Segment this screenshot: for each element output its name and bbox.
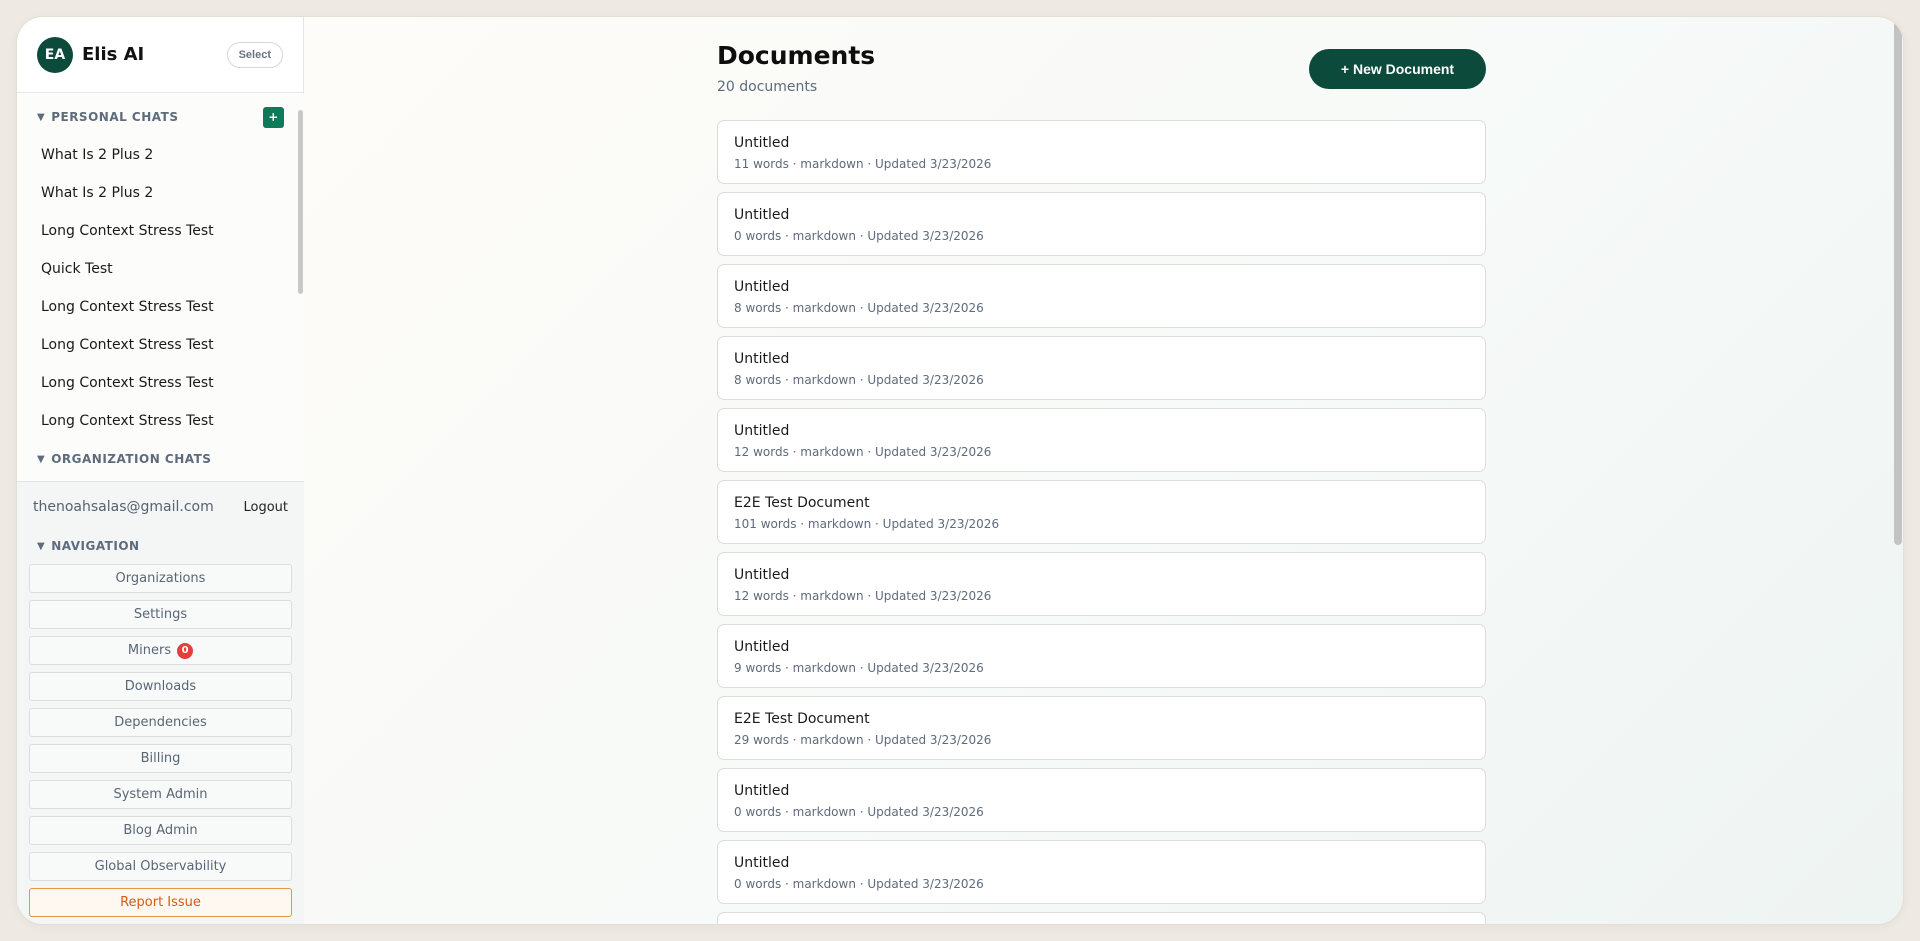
nav-organizations-button[interactable]: Organizations (29, 564, 292, 593)
navigation-label: NAVIGATION (51, 539, 140, 553)
document-title: E2E Test Document (734, 495, 870, 511)
personal-chats-header[interactable]: ▼ PERSONAL CHATS + (17, 94, 304, 136)
document-card[interactable]: Untitled 8 words · markdown · Updated 3/… (717, 336, 1486, 400)
document-meta: 0 words · markdown · Updated 3/23/2026 (734, 877, 984, 891)
document-title: Untitled (734, 279, 790, 295)
document-meta: 12 words · markdown · Updated 3/23/2026 (734, 589, 992, 603)
document-card[interactable]: Untitled 9 words · markdown · Updated 3/… (717, 624, 1486, 688)
nav-dependencies-button[interactable]: Dependencies (29, 708, 292, 737)
document-card[interactable]: Untitled 12 words · markdown · Updated 3… (717, 552, 1486, 616)
document-card[interactable] (717, 912, 1486, 924)
document-meta: 9 words · markdown · Updated 3/23/2026 (734, 661, 984, 675)
document-meta: 29 words · markdown · Updated 3/23/2026 (734, 733, 992, 747)
collapse-triangle-icon: ▼ (37, 540, 46, 552)
document-card[interactable]: Untitled 11 words · markdown · Updated 3… (717, 120, 1486, 184)
document-title: Untitled (734, 855, 790, 871)
navigation-header[interactable]: ▼ NAVIGATION (17, 532, 304, 564)
org-name: Elis AI (82, 44, 145, 65)
document-meta: 101 words · markdown · Updated 3/23/2026 (734, 517, 1000, 531)
documents-header: Documents 20 documents + New Document (717, 17, 1503, 120)
document-meta: 12 words · markdown · Updated 3/23/2026 (734, 445, 992, 459)
sidebar-header: EA Elis AI Select (17, 17, 303, 93)
collapse-triangle-icon: ▼ (37, 453, 46, 465)
document-card[interactable]: Untitled 12 words · markdown · Updated 3… (717, 408, 1486, 472)
user-row: thenoahsalas@gmail.com Logout (17, 482, 304, 532)
collapse-triangle-icon: ▼ (37, 111, 46, 123)
document-meta: 0 words · markdown · Updated 3/23/2026 (734, 805, 984, 819)
chat-item[interactable]: What Is 2 Plus 2 (17, 174, 294, 212)
document-count: 20 documents (717, 79, 818, 95)
chat-item[interactable]: Long Context Stress Test (17, 212, 294, 250)
chat-item[interactable]: Quick Test (17, 250, 294, 288)
document-title: Untitled (734, 639, 790, 655)
logout-button[interactable]: Logout (243, 500, 288, 515)
document-title: E2E Test Document (734, 711, 870, 727)
user-email: thenoahsalas@gmail.com (33, 499, 214, 515)
document-title: Untitled (734, 567, 790, 583)
nav-miners-button[interactable]: Miners 0 (29, 636, 292, 665)
chat-item[interactable]: Long Context Stress Test (17, 326, 294, 364)
nav-miners-label: Miners (127, 643, 172, 658)
document-meta: 8 words · markdown · Updated 3/23/2026 (734, 301, 984, 315)
document-title: Untitled (734, 423, 790, 439)
page-scrollbar[interactable] (1894, 17, 1902, 545)
miners-count-badge: 0 (177, 642, 194, 659)
document-title: Untitled (734, 351, 790, 367)
organization-chats-header[interactable]: ▼ ORGANIZATION CHATS (17, 440, 304, 470)
sidebar: EA Elis AI Select ▼ PERSONAL CHATS + Wha… (17, 17, 304, 924)
page-title: Documents (717, 41, 876, 70)
chat-list-scrollbar[interactable] (298, 110, 303, 294)
sidebar-footer: thenoahsalas@gmail.com Logout ▼ NAVIGATI… (17, 481, 304, 924)
nav-billing-button[interactable]: Billing (29, 744, 292, 773)
chat-item[interactable]: Long Context Stress Test (17, 402, 294, 440)
document-card[interactable]: E2E Test Document 29 words · markdown · … (717, 696, 1486, 760)
select-org-button[interactable]: Select (226, 41, 283, 68)
personal-chats-label: PERSONAL CHATS (51, 110, 179, 124)
document-card[interactable]: Untitled 0 words · markdown · Updated 3/… (717, 192, 1486, 256)
document-title: Untitled (734, 135, 790, 151)
document-meta: 11 words · markdown · Updated 3/23/2026 (734, 157, 992, 171)
chat-item[interactable]: Long Context Stress Test (17, 288, 294, 326)
document-card[interactable]: Untitled 8 words · markdown · Updated 3/… (717, 264, 1486, 328)
document-card[interactable]: E2E Test Document 101 words · markdown ·… (717, 480, 1486, 544)
new-document-button[interactable]: + New Document (1309, 49, 1486, 89)
nav-system-admin-button[interactable]: System Admin (29, 780, 292, 809)
document-card[interactable]: Untitled 0 words · markdown · Updated 3/… (717, 840, 1486, 904)
add-chat-button[interactable]: + (263, 106, 284, 128)
app-window: EA Elis AI Select ▼ PERSONAL CHATS + Wha… (17, 17, 1903, 924)
document-title: Untitled (734, 207, 790, 223)
chat-item[interactable]: Long Context Stress Test (17, 364, 294, 402)
document-list: Untitled 11 words · markdown · Updated 3… (717, 120, 1503, 924)
document-meta: 8 words · markdown · Updated 3/23/2026 (734, 373, 984, 387)
nav-global-observability-button[interactable]: Global Observability (29, 852, 292, 881)
document-card[interactable]: Untitled 0 words · markdown · Updated 3/… (717, 768, 1486, 832)
document-title: Untitled (734, 783, 790, 799)
nav-settings-button[interactable]: Settings (29, 600, 292, 629)
report-issue-button[interactable]: Report Issue (29, 888, 292, 917)
chat-item[interactable]: What Is 2 Plus 2 (17, 136, 294, 174)
organization-chats-label: ORGANIZATION CHATS (51, 452, 212, 466)
org-avatar: EA (37, 36, 73, 73)
nav-blog-admin-button[interactable]: Blog Admin (29, 816, 292, 845)
nav-downloads-button[interactable]: Downloads (29, 672, 292, 701)
document-meta: 0 words · markdown · Updated 3/23/2026 (734, 229, 984, 243)
documents-main: Documents 20 documents + New Document Un… (717, 17, 1503, 924)
chat-list-panel: ▼ PERSONAL CHATS + What Is 2 Plus 2 What… (17, 94, 304, 481)
